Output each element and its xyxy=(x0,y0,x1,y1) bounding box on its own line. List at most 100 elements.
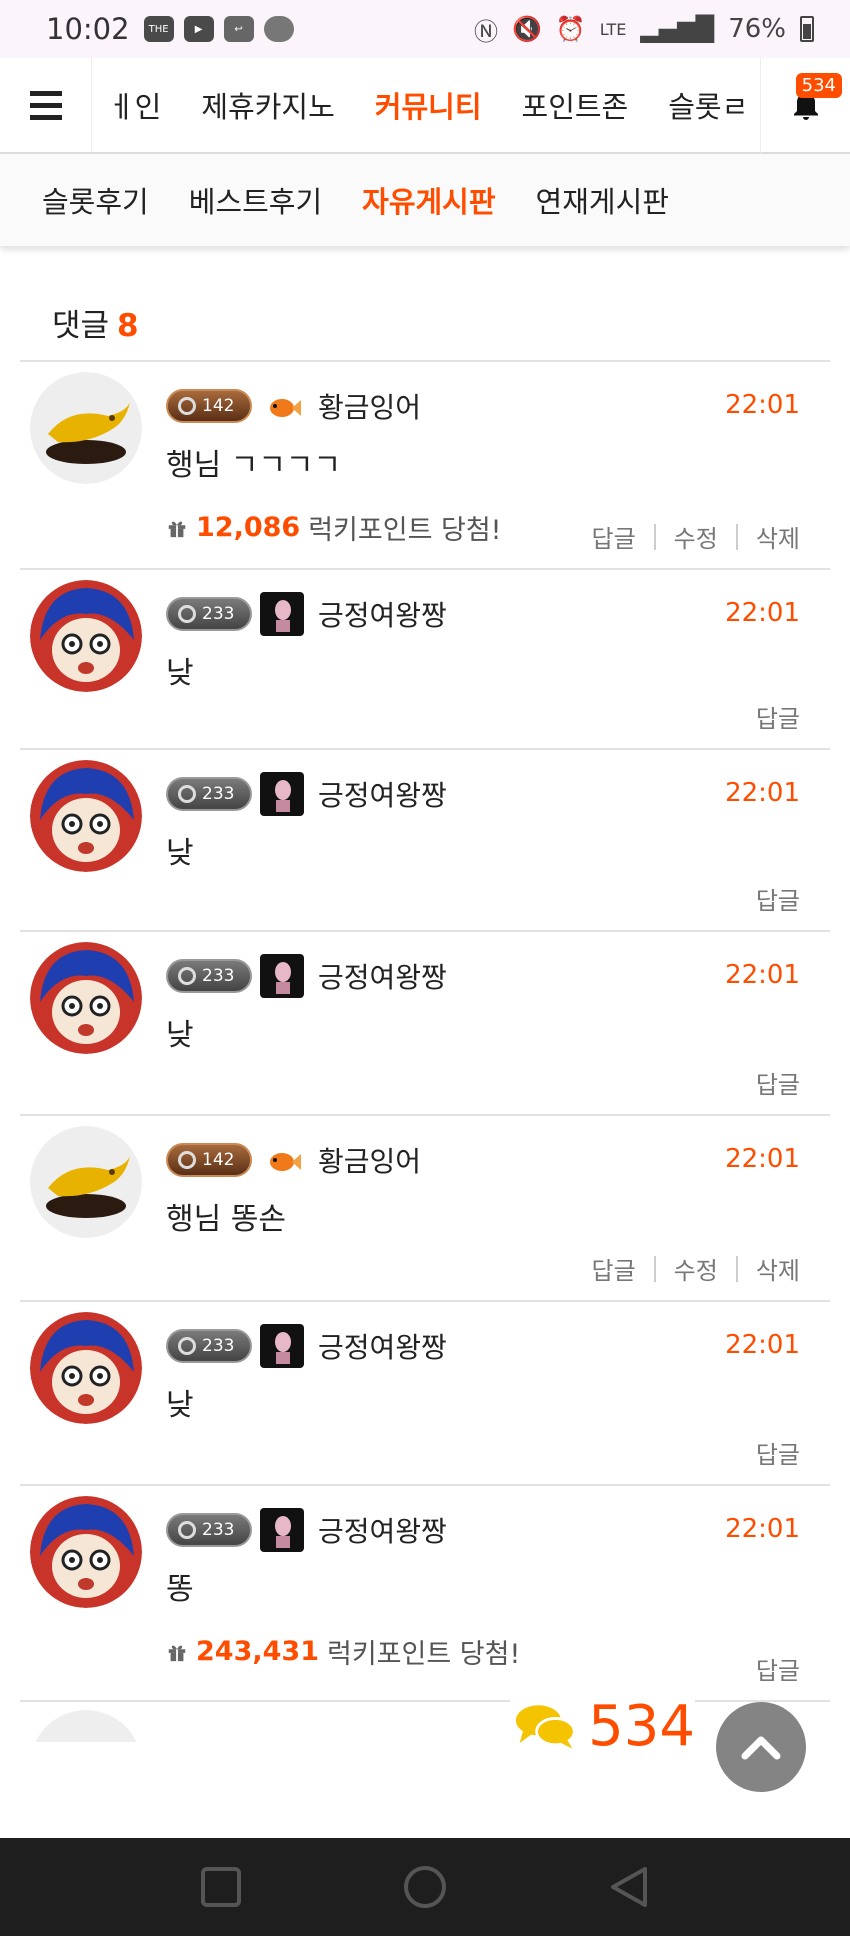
dark-portrait-icon xyxy=(260,954,304,998)
comment-item-partial xyxy=(20,1702,830,1742)
reply-button[interactable]: 답글 xyxy=(756,1065,800,1100)
comment-time: 22:01 xyxy=(725,1330,800,1360)
level-emblem-icon xyxy=(178,1337,196,1355)
nickname[interactable]: 황금잉어 xyxy=(318,386,421,426)
comment-text: 낮 xyxy=(166,1388,194,1423)
comment-item: 233 긍정여왕짱 22:01 낮 답글 xyxy=(20,932,830,1116)
comment-actions: 답글 xyxy=(756,1651,800,1686)
home-button[interactable] xyxy=(403,1865,447,1909)
comments-count: 8 xyxy=(117,308,139,344)
reply-button[interactable]: 답글 xyxy=(591,519,635,554)
avatar[interactable] xyxy=(30,1496,142,1608)
comment-time: 22:01 xyxy=(725,1144,800,1174)
dark-portrait-icon xyxy=(260,592,304,636)
nav-tab-slot[interactable]: 슬롯ㄹ xyxy=(648,84,760,126)
subnav-slot-review[interactable]: 슬롯후기 xyxy=(22,179,169,221)
avatar[interactable] xyxy=(30,1126,142,1238)
avatar[interactable] xyxy=(30,760,142,872)
comment-text: 행님 똥손 xyxy=(166,1202,286,1237)
avatar[interactable] xyxy=(30,580,142,692)
battery-percent: 76% xyxy=(728,14,786,44)
level-number: 142 xyxy=(202,396,235,416)
level-emblem-icon xyxy=(178,1521,196,1539)
comment-text: 낮 xyxy=(166,836,194,871)
nickname[interactable]: 긍정여왕짱 xyxy=(318,594,447,634)
comment-text: 똥 xyxy=(166,1572,194,1607)
level-badge: 233 xyxy=(166,597,252,631)
level-emblem-icon xyxy=(178,397,196,415)
nickname[interactable]: 긍정여왕짱 xyxy=(318,1510,447,1550)
chat-bubbles-icon xyxy=(515,1705,576,1749)
comment-meta: 233 긍정여왕짱 xyxy=(166,1324,447,1368)
avatar[interactable] xyxy=(30,942,142,1054)
divider xyxy=(735,523,738,550)
battery-icon xyxy=(800,16,814,42)
comment-meta: 233 긍정여왕짱 xyxy=(166,954,447,998)
reply-button[interactable]: 답글 xyxy=(591,1251,635,1286)
avatar[interactable] xyxy=(30,1710,142,1742)
dark-portrait-icon xyxy=(260,1324,304,1368)
nav-tab-point-zone[interactable]: 포인트존 xyxy=(502,84,649,126)
top-navigation: ㅔ인 제휴카지노 커뮤니티 포인트존 슬롯ㄹ 534 xyxy=(0,57,850,154)
comment-meta: 233 긍정여왕짱 xyxy=(166,1508,447,1552)
gift-icon xyxy=(168,521,186,537)
nav-tab-community[interactable]: 커뮤니티 xyxy=(355,84,502,126)
lucky-amount: 12,086 xyxy=(196,512,301,543)
level-number: 233 xyxy=(202,1520,235,1540)
lucky-point-notice: 243,431 럭키포인트 당첨! xyxy=(166,1632,520,1671)
reply-button[interactable]: 답글 xyxy=(756,1435,800,1470)
delete-button[interactable]: 삭제 xyxy=(756,1251,800,1286)
nickname[interactable]: 긍정여왕짱 xyxy=(318,956,447,996)
notification-button[interactable]: 534 xyxy=(760,57,850,153)
edit-button[interactable]: 수정 xyxy=(674,1251,718,1286)
edit-button[interactable]: 수정 xyxy=(674,519,718,554)
notification-count-badge: 534 xyxy=(795,73,842,98)
network-label: LTE xyxy=(599,19,627,39)
comment-list: 142 황금잉어 22:01 행님 ㄱㄱㄱㄱ 12,086 럭키포인트 당첨! … xyxy=(20,360,830,1742)
comment-time: 22:01 xyxy=(725,778,800,808)
chevron-up-icon xyxy=(741,1736,781,1760)
lucky-label: 럭키포인트 당첨! xyxy=(326,1639,521,1670)
comment-meta: 142 황금잉어 xyxy=(166,1138,421,1182)
back-button[interactable] xyxy=(609,1865,649,1909)
status-bar: 10:02 THE ▶ ↩ Ⓝ 🔇 ⏰ LTE ▂▄▆█ 76% xyxy=(0,0,850,58)
comment-count-button[interactable]: 534 xyxy=(510,1690,695,1762)
comment-actions: 답글 xyxy=(756,699,800,734)
avatar[interactable] xyxy=(30,372,142,484)
level-emblem-icon xyxy=(178,785,196,803)
nav-tab-main[interactable]: ㅔ인 xyxy=(92,84,181,126)
comment-item: 233 긍정여왕짱 22:01 똥 243,431 럭키포인트 당첨! 답글 xyxy=(20,1486,830,1702)
status-time: 10:02 xyxy=(46,12,130,46)
reply-button[interactable]: 답글 xyxy=(756,699,800,734)
divider xyxy=(653,523,656,550)
reply-button[interactable]: 답글 xyxy=(756,881,800,916)
level-badge: 142 xyxy=(166,1143,252,1177)
recent-apps-button[interactable] xyxy=(201,1867,241,1907)
scroll-top-button[interactable] xyxy=(716,1702,806,1792)
subnav-best-review[interactable]: 베스트후기 xyxy=(169,179,342,221)
comment-actions: 답글 수정 삭제 xyxy=(591,1251,800,1286)
nickname[interactable]: 긍정여왕짱 xyxy=(318,774,447,814)
comment-time: 22:01 xyxy=(725,960,800,990)
comments-label: 댓글 xyxy=(52,308,110,344)
status-left-icons: THE ▶ ↩ xyxy=(143,16,294,42)
comment-actions: 답글 수정 삭제 xyxy=(591,519,800,554)
comment-time: 22:01 xyxy=(725,390,800,420)
comment-text: 낮 xyxy=(166,1018,194,1053)
nav-tab-partner-casino[interactable]: 제휴카지노 xyxy=(181,84,354,126)
goldfish-icon xyxy=(260,1138,304,1182)
comment-actions: 답글 xyxy=(756,1065,800,1100)
mute-icon: 🔇 xyxy=(512,15,542,43)
subnav-serial-board[interactable]: 연재게시판 xyxy=(516,179,689,221)
subnav-free-board[interactable]: 자유게시판 xyxy=(342,179,515,221)
floating-comment-count: 534 xyxy=(588,1693,695,1759)
nickname[interactable]: 황금잉어 xyxy=(318,1140,421,1180)
avatar[interactable] xyxy=(30,1312,142,1424)
signal-icon: ▂▄▆█ xyxy=(640,15,715,43)
lucky-label: 럭키포인트 당첨! xyxy=(308,515,502,546)
menu-icon[interactable] xyxy=(0,57,92,153)
nickname[interactable]: 긍정여왕짱 xyxy=(318,1326,447,1366)
reply-button[interactable]: 답글 xyxy=(756,1651,800,1686)
delete-button[interactable]: 삭제 xyxy=(756,519,800,554)
level-number: 233 xyxy=(202,966,235,986)
